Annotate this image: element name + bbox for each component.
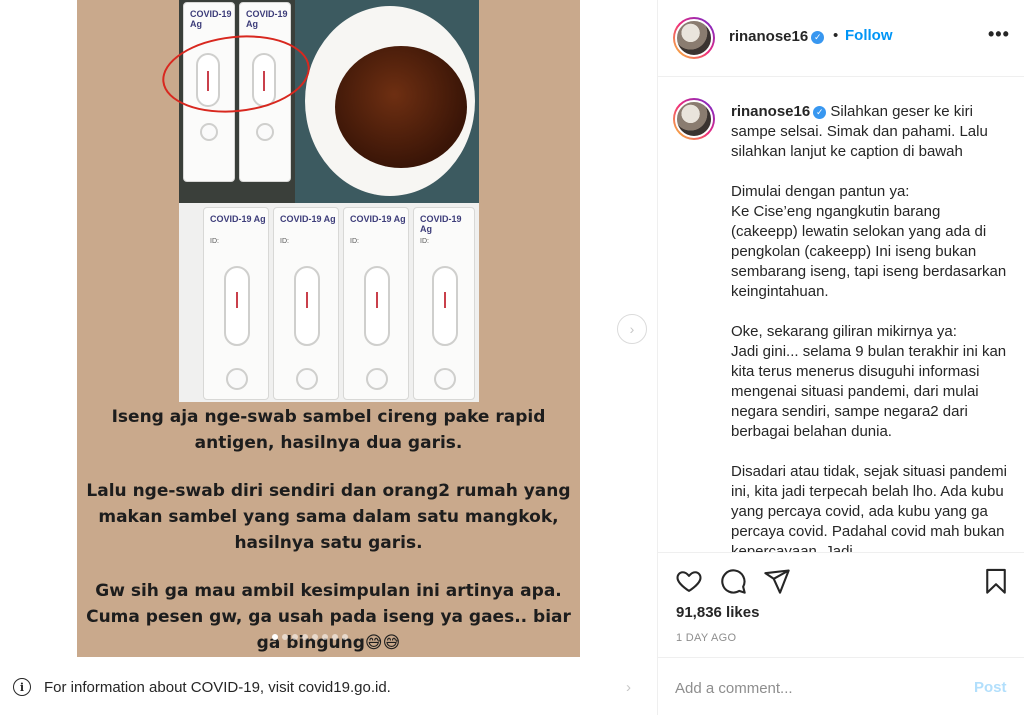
kit-label: COVID-19 Ag [280,214,336,224]
post-image[interactable]: COVID-19 Ag COVID-19 Ag COVID-19 Ag ID: … [77,0,580,657]
carousel-dot [282,634,288,640]
kit-label: COVID-19 Ag [420,214,462,234]
kit-sample-well [200,123,218,141]
header-username-text: rinanose16 [729,28,809,45]
carousel-dot [292,634,298,640]
image-caption: Iseng aja nge-swab sambel cireng pake ra… [80,404,577,657]
comment-input[interactable] [675,677,955,699]
test-kit: COVID-19 Ag ID: [203,207,269,400]
carousel-dot [322,634,328,640]
kit-control-line [236,292,238,308]
carousel-next-button[interactable]: › [617,314,647,344]
kit-label: COVID-19 Ag [210,214,266,224]
kit-label: COVID-19 Ag [350,214,406,224]
kit-window [364,266,390,346]
verified-badge-icon: ✓ [811,30,825,44]
kit-sample-well [366,368,388,390]
test-kit: COVID-19 Ag ID: [273,207,339,400]
bookmark-icon[interactable] [982,567,1010,595]
kit-sample-well [434,368,456,390]
avatar-image [675,19,713,57]
kit-label: COVID-19 Ag [246,9,288,29]
kit-control-line [444,292,446,308]
avatar-image [675,100,713,138]
heart-icon[interactable] [675,567,703,595]
carousel-dot [302,634,308,640]
verified-badge-icon: ✓ [813,105,827,119]
header-username[interactable]: rinanose16 ✓ [729,28,825,45]
image-caption-line: Gw sih ga mau ambil kesimpulan ini artin… [86,581,571,653]
caption-username[interactable]: rinanose16 ✓ [731,103,827,120]
kit-window [294,266,320,346]
kit-sample-well [256,123,274,141]
kit-sample-well [226,368,248,390]
covid-info-text: For information about COVID-19, visit co… [44,678,391,696]
carousel-dot [332,634,338,640]
test-kit: COVID-19 Ag ID: [343,207,409,400]
comment-icon[interactable] [719,567,747,595]
follow-button[interactable]: Follow [845,27,893,44]
test-kit: COVID-19 Ag ID: [413,207,475,400]
chevron-right-icon: › [629,321,635,337]
sambal-sauce [335,46,467,168]
image-caption-line: Lalu nge-swab diri sendiri dan orang2 ru… [86,481,571,553]
carousel-dot [312,634,318,640]
photo-sambal-bowl [295,0,479,203]
photo-four-test-kits: COVID-19 Ag ID: COVID-19 Ag ID: COVID-19… [179,203,479,402]
caption-body: rinanose16 ✓ Silahkan geser ke kiri sampe… [731,102,1011,552]
carousel-dot [272,634,278,640]
add-comment-bar: Post [658,657,1024,716]
kit-sample-well [296,368,318,390]
media-column: COVID-19 Ag COVID-19 Ag COVID-19 Ag ID: … [0,0,657,715]
kit-id-label: ID: [420,238,429,245]
image-caption-line: Iseng aja nge-swab sambel cireng pake ra… [111,407,546,453]
chevron-right-icon: › [626,678,631,696]
caption-paragraph: Disadari atau tidak, sejak situasi pande… [731,463,1012,552]
kit-window [432,266,458,346]
comments-section: rinanose16 ✓ Silahkan geser ke kiri sampe… [658,78,1024,552]
caption-paragraph: Dimulai dengan pantun ya: Ke Cise’eng ng… [731,183,1007,300]
info-icon: i [13,678,31,696]
caption-avatar[interactable] [673,98,715,140]
post-actions: 91,836 likes 1 DAY AGO Post [658,552,1024,715]
kit-label: COVID-19 Ag [190,9,232,29]
carousel-dot [342,634,348,640]
more-options-icon[interactable]: ••• [988,24,1010,45]
likes-count[interactable]: 91,836 likes [676,604,759,621]
kit-control-line [306,292,308,308]
kit-id-label: ID: [280,238,289,245]
caption-username-text: rinanose16 [731,103,811,120]
post-header: rinanose16 ✓ • Follow ••• [658,0,1024,77]
bowl [305,6,475,196]
carousel-dots [272,634,348,640]
post-comment-button[interactable]: Post [974,679,1007,696]
covid-info-banner[interactable]: i For information about COVID-19, visit … [0,666,657,708]
kit-window [224,266,250,346]
share-icon[interactable] [763,567,791,595]
kit-id-label: ID: [350,238,359,245]
post-date[interactable]: 1 DAY AGO [676,632,736,644]
separator-dot: • [833,27,839,44]
kit-id-label: ID: [210,238,219,245]
caption-paragraph: rinanose16 ✓ Silahkan geser ke kiri sampe… [731,102,1011,162]
caption-paragraph: Oke, sekarang giliran mikirnya ya: Jadi … [731,323,1007,440]
avatar[interactable] [673,17,715,59]
post-side-panel: rinanose16 ✓ • Follow ••• rinanose16 ✓ Sil… [657,0,1024,715]
kit-control-line [376,292,378,308]
